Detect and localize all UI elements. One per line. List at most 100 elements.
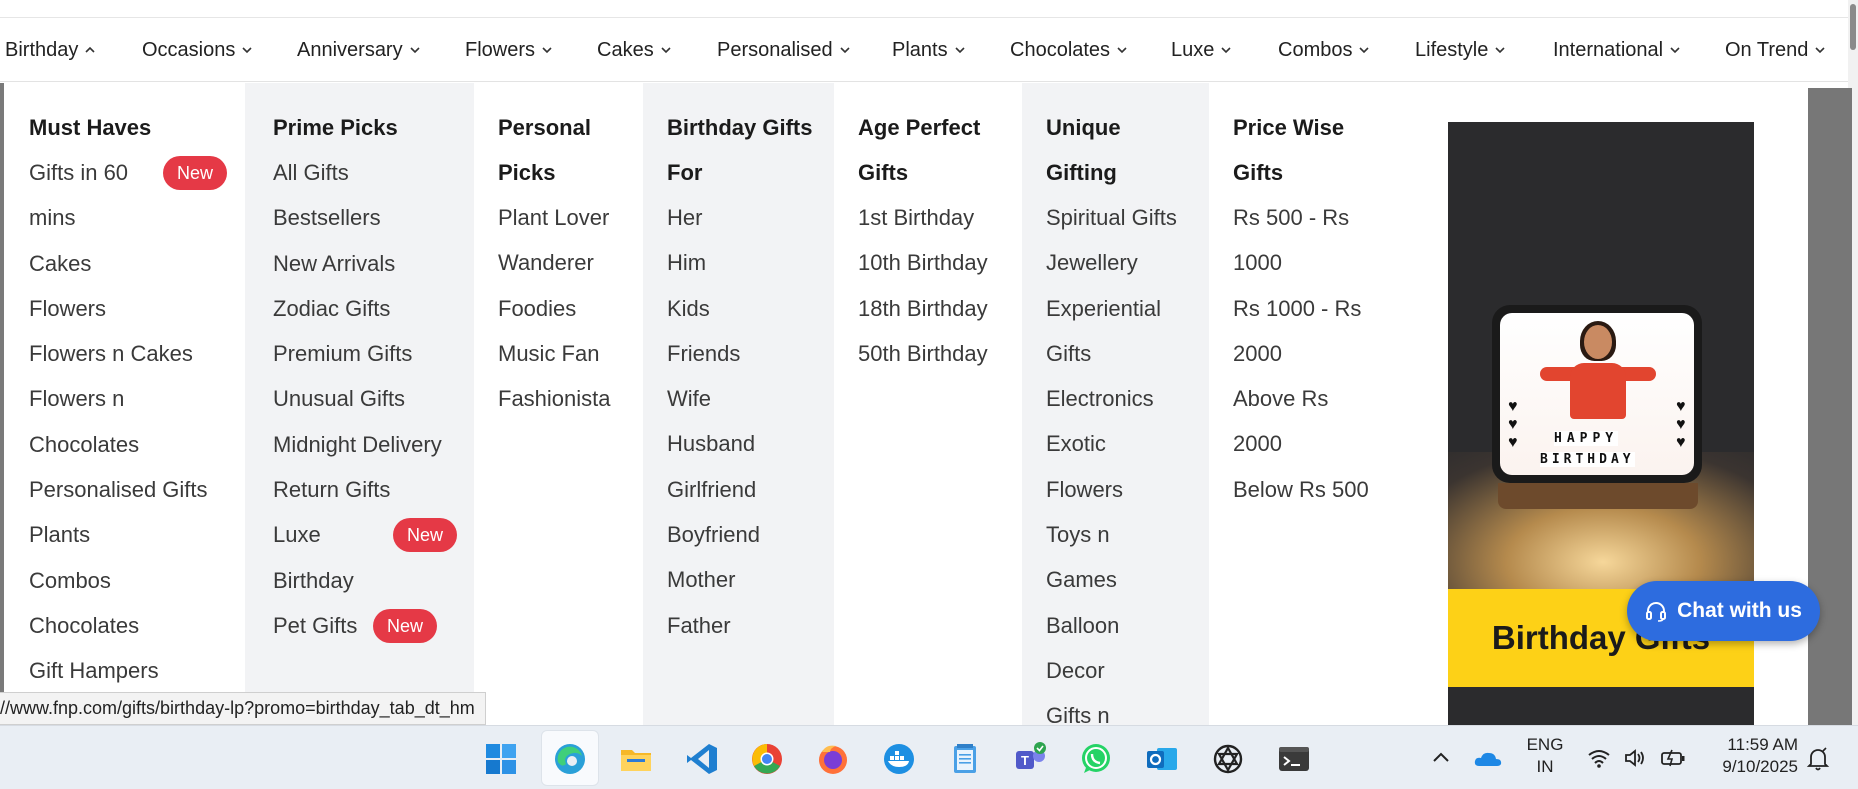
menu-link[interactable]: All Gifts xyxy=(273,150,474,195)
menu-link[interactable]: Mother xyxy=(667,557,834,602)
menu-link[interactable]: Below Rs 500 xyxy=(1233,467,1409,512)
menu-link[interactable]: Husband xyxy=(667,421,834,466)
browser-top-strip xyxy=(0,0,1858,18)
menu-link[interactable]: Friends xyxy=(667,331,834,376)
menu-link[interactable]: Birthday xyxy=(273,558,474,603)
battery-charging-icon[interactable] xyxy=(1660,747,1686,769)
volume-icon[interactable] xyxy=(1623,747,1647,769)
menu-link[interactable]: Flowers n Cakes xyxy=(29,331,246,376)
menu-link[interactable]: Girlfriend xyxy=(667,467,834,512)
menu-link[interactable]: 1000 xyxy=(1233,240,1409,285)
menu-link[interactable]: Decor xyxy=(1046,648,1209,693)
menu-link[interactable]: Foodies xyxy=(498,286,643,331)
menu-link[interactable]: Music Fan xyxy=(498,331,643,376)
menu-link[interactable]: mins xyxy=(29,195,246,240)
menu-link[interactable]: Boyfriend xyxy=(667,512,834,557)
terminal-icon[interactable] xyxy=(1277,742,1311,776)
menu-link[interactable]: Electronics xyxy=(1046,376,1209,421)
nav-birthday[interactable]: Birthday xyxy=(5,18,95,82)
menu-link[interactable]: Exotic xyxy=(1046,421,1209,466)
menu-link[interactable]: New Arrivals xyxy=(273,241,474,286)
menu-link[interactable]: Zodiac Gifts xyxy=(273,286,474,331)
menu-link-pet-gifts[interactable]: Pet Gifts New xyxy=(273,603,474,648)
whatsapp-icon[interactable] xyxy=(1079,742,1113,776)
nav-combos[interactable]: Combos xyxy=(1278,18,1370,82)
docker-icon[interactable] xyxy=(882,742,916,776)
menu-link[interactable]: Jewellery xyxy=(1046,240,1209,285)
input-language[interactable]: ENG IN xyxy=(1525,734,1565,778)
chat-with-us-button[interactable]: Chat with us xyxy=(1627,581,1820,641)
chatgpt-icon[interactable] xyxy=(1211,742,1245,776)
menu-link[interactable]: Spiritual Gifts xyxy=(1046,195,1209,240)
menu-link[interactable]: Return Gifts xyxy=(273,467,474,512)
menu-link[interactable]: Toys n xyxy=(1046,512,1209,557)
menu-link[interactable]: Her xyxy=(667,195,834,240)
menu-link[interactable]: Games xyxy=(1046,557,1209,602)
edge-browser-icon[interactable] xyxy=(553,742,587,776)
nav-luxe[interactable]: Luxe xyxy=(1171,18,1231,82)
menu-link[interactable]: Balloon xyxy=(1046,603,1209,648)
file-explorer-icon[interactable] xyxy=(619,742,653,776)
nav-occasions[interactable]: Occasions xyxy=(142,18,252,82)
menu-link[interactable]: Wife xyxy=(667,376,834,421)
menu-link[interactable]: 2000 xyxy=(1233,421,1409,466)
menu-link[interactable]: Experiential xyxy=(1046,286,1209,331)
clock[interactable]: 11:59 AM 9/10/2025 xyxy=(1708,734,1798,778)
menu-link[interactable]: Personalised Gifts xyxy=(29,467,246,512)
nav-international[interactable]: International xyxy=(1553,18,1680,82)
menu-link[interactable]: Wanderer xyxy=(498,240,643,285)
nav-on-trend[interactable]: On Trend xyxy=(1725,18,1825,82)
menu-link[interactable]: Kids xyxy=(667,286,834,331)
nav-plants[interactable]: Plants xyxy=(892,18,965,82)
onedrive-cloud-icon[interactable] xyxy=(1473,746,1503,770)
menu-link[interactable]: Chocolates xyxy=(29,603,246,648)
nav-cakes[interactable]: Cakes xyxy=(597,18,671,82)
nav-lifestyle[interactable]: Lifestyle xyxy=(1415,18,1505,82)
menu-link[interactable]: Father xyxy=(667,603,834,648)
menu-link[interactable]: Flowers n xyxy=(29,376,246,421)
chevron-down-icon xyxy=(840,45,850,55)
menu-link[interactable]: Plants xyxy=(29,512,246,557)
nav-chocolates[interactable]: Chocolates xyxy=(1010,18,1127,82)
menu-link[interactable]: 2000 xyxy=(1233,331,1409,376)
notification-bell-icon[interactable] xyxy=(1806,746,1830,772)
teams-icon[interactable]: T xyxy=(1013,742,1047,776)
menu-link[interactable]: Unusual Gifts xyxy=(273,376,474,421)
menu-link[interactable]: Fashionista xyxy=(498,376,643,421)
menu-link-gifts-in-60-mins[interactable]: Gifts in 60 New xyxy=(29,150,246,195)
menu-link[interactable]: Premium Gifts xyxy=(273,331,474,376)
menu-link[interactable]: Flowers xyxy=(29,286,246,331)
menu-link[interactable]: Bestsellers xyxy=(273,195,474,240)
menu-link[interactable]: Combos xyxy=(29,558,246,603)
menu-link[interactable]: Rs 1000 - Rs xyxy=(1233,286,1409,331)
nav-personalised[interactable]: Personalised xyxy=(717,18,850,82)
menu-link[interactable]: Gifts n xyxy=(1046,693,1209,725)
menu-link-luxe-birthday[interactable]: Luxe New xyxy=(273,512,474,557)
menu-link[interactable]: Above Rs xyxy=(1233,376,1409,421)
menu-link[interactable]: Gift Hampers xyxy=(29,648,246,693)
vscode-icon[interactable] xyxy=(685,742,719,776)
menu-link[interactable]: Midnight Delivery xyxy=(273,422,474,467)
chevron-up-icon[interactable] xyxy=(1429,746,1453,770)
menu-link[interactable]: Gifts xyxy=(1046,331,1209,376)
firefox-icon[interactable] xyxy=(816,742,850,776)
notepad-icon[interactable] xyxy=(948,742,982,776)
chrome-icon[interactable] xyxy=(750,742,784,776)
menu-link[interactable]: 50th Birthday xyxy=(858,331,1022,376)
outlook-icon[interactable] xyxy=(1145,742,1179,776)
wifi-icon[interactable] xyxy=(1587,747,1611,769)
scrollbar-thumb[interactable] xyxy=(1850,4,1856,50)
menu-link[interactable]: Cakes xyxy=(29,241,246,286)
windows-start-icon[interactable] xyxy=(484,742,518,776)
menu-link[interactable]: Him xyxy=(667,240,834,285)
nav-anniversary[interactable]: Anniversary xyxy=(297,18,420,82)
nav-flowers[interactable]: Flowers xyxy=(465,18,552,82)
menu-link[interactable]: 10th Birthday xyxy=(858,240,1022,285)
menu-link[interactable]: 18th Birthday xyxy=(858,286,1022,331)
menu-link[interactable]: 1st Birthday xyxy=(858,195,1022,240)
menu-link[interactable]: Plant Lover xyxy=(498,195,643,240)
menu-link[interactable]: Rs 500 - Rs xyxy=(1233,195,1409,240)
menu-link[interactable]: Flowers xyxy=(1046,467,1209,512)
menu-link[interactable]: Chocolates xyxy=(29,422,246,467)
chevron-down-icon xyxy=(1221,45,1231,55)
